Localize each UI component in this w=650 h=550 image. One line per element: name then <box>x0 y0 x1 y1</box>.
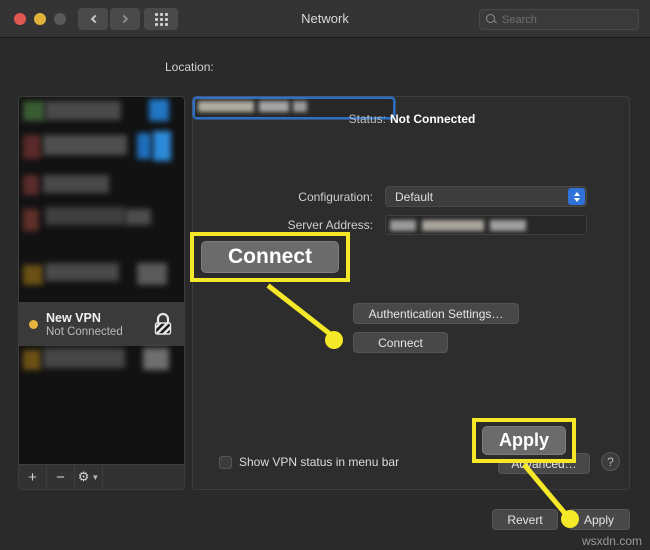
server-address-input[interactable] <box>385 215 587 235</box>
network-preferences-window: Network Search Location: Home <box>0 0 650 550</box>
revert-button[interactable]: Revert <box>492 509 558 530</box>
status-value: Not Connected <box>390 112 476 126</box>
status-label: Status: <box>348 112 386 126</box>
connect-callout: Connect <box>190 232 350 282</box>
chevron-down-icon: ▼ <box>91 472 100 482</box>
remove-service-button[interactable]: − <box>47 464 75 489</box>
watermark: wsxdn.com <box>581 534 642 548</box>
service-status: Not Connected <box>46 325 123 338</box>
connect-callout-button[interactable]: Connect <box>201 241 339 273</box>
apply-callout: Apply <box>472 418 576 463</box>
location-row: Location: Home <box>0 56 650 133</box>
add-service-button[interactable]: + <box>19 464 47 489</box>
server-address-label: Server Address: <box>287 218 373 232</box>
connection-status: Status: Not Connected <box>193 112 631 126</box>
chevron-updown-icon <box>568 188 585 205</box>
orange-dot-icon <box>29 319 38 329</box>
help-button[interactable]: ? <box>601 452 620 471</box>
search-icon <box>486 14 497 25</box>
service-list-toolbar: + − ⚙ ▼ <box>19 464 184 489</box>
configuration-label: Configuration: <box>298 190 373 204</box>
location-label: Location: <box>165 60 214 74</box>
configuration-value: Default <box>395 189 434 204</box>
title-bar: Network Search <box>0 0 650 38</box>
configuration-popup-button[interactable]: Default <box>385 186 587 207</box>
authentication-settings-button[interactable]: Authentication Settings… <box>353 303 519 324</box>
service-actions-button[interactable]: ⚙ ▼ <box>75 464 103 489</box>
show-vpn-status-checkbox[interactable] <box>219 455 232 469</box>
service-list[interactable]: New VPN Not Connected + − ⚙ ▼ <box>18 96 185 490</box>
gear-icon: ⚙ <box>77 469 90 484</box>
service-list-blurred-bottom[interactable] <box>19 346 184 436</box>
connect-button[interactable]: Connect <box>353 332 448 353</box>
show-vpn-status-row[interactable]: Show VPN status in menu bar <box>219 455 399 469</box>
lock-icon <box>152 312 174 336</box>
apply-callout-target-dot <box>561 510 579 528</box>
search-input[interactable]: Search <box>479 9 639 30</box>
search-placeholder: Search <box>502 13 537 26</box>
apply-callout-button[interactable]: Apply <box>482 426 566 455</box>
show-vpn-status-label: Show VPN status in menu bar <box>239 455 400 469</box>
service-list-blurred-top[interactable] <box>19 97 184 302</box>
service-list-item-new-vpn[interactable]: New VPN Not Connected <box>19 302 184 346</box>
connect-callout-target-dot <box>325 331 343 349</box>
service-name: New VPN <box>46 310 101 325</box>
